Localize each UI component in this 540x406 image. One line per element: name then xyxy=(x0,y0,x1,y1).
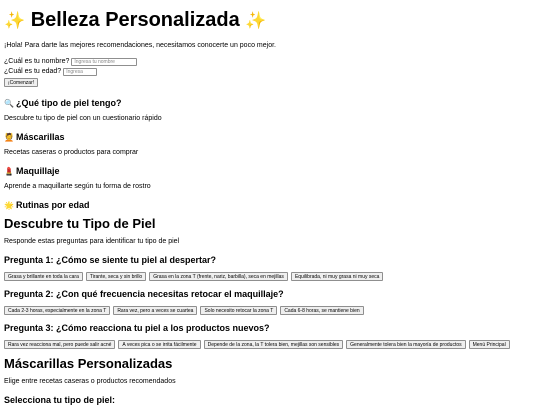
answer-option-button[interactable]: Generalmente tolera bien la mayoría de p… xyxy=(346,340,466,349)
menu-item-desc: Recetas caseras o productos para comprar xyxy=(4,149,139,156)
skin-type-label: Selecciona tu tipo de piel: xyxy=(4,395,116,405)
age-input[interactable] xyxy=(63,67,98,76)
question-options: Rara vez reacciona mal, pero puede salir… xyxy=(4,340,534,349)
menu-item-masks[interactable]: 💆 Máscarillas xyxy=(4,131,536,144)
start-button[interactable]: ¡Comenzar! xyxy=(4,78,39,87)
menu-item-routines[interactable]: 🌟 Rutinas por edad xyxy=(4,199,536,212)
name-label: ¿Cuál es tu nombre? xyxy=(4,58,70,65)
masks-subtitle: Elige entre recetas caseras o productos … xyxy=(4,378,176,385)
answer-option-button[interactable]: Grasa y brillante en toda la cara xyxy=(4,272,83,281)
page: ✨ Belleza Personalizada ✨ ¡Hola! Para da… xyxy=(0,0,540,406)
menu-item-makeup[interactable]: 💄 Maquillaje xyxy=(4,165,536,178)
answer-option-button[interactable]: Depende de la zona, la T tolera bien, me… xyxy=(203,340,344,349)
menu-item-title: Máscarillas xyxy=(15,132,65,142)
menu-item-title: ¿Qué tipo de piel tengo? xyxy=(15,98,122,108)
name-row: ¿Cuál es tu nombre? xyxy=(4,57,536,66)
page-title: ✨ Belleza Personalizada ✨ xyxy=(4,8,536,33)
answer-option-button[interactable]: Cada 2-3 horas, especialmente en la zona… xyxy=(4,306,111,315)
intro-text: ¡Hola! Para darte las mejores recomendac… xyxy=(4,42,276,49)
menu-item-title: Rutinas por edad xyxy=(15,200,90,210)
answer-option-button[interactable]: Solo necesito retocar la zona T xyxy=(200,306,278,315)
age-label: ¿Cuál es tu edad? xyxy=(4,68,62,75)
sparkle-icon: ✨ xyxy=(4,11,26,30)
question-title: Pregunta 3: ¿Cómo reacciona tu piel a lo… xyxy=(4,323,270,333)
name-input[interactable] xyxy=(71,57,138,66)
question-title: Pregunta 1: ¿Cómo se siente tu piel al d… xyxy=(4,255,217,265)
star-icon: 🌟 xyxy=(4,201,14,210)
answer-option-button[interactable]: Equilibrada, ni muy grasa ni muy seca xyxy=(290,272,384,281)
facial-massage-icon: 💆 xyxy=(4,133,14,142)
magnifier-icon: 🔍 xyxy=(4,99,14,108)
answer-option-button[interactable]: Rara vez reacciona mal, pero puede salir… xyxy=(4,340,116,349)
sparkle-icon: ✨ xyxy=(245,11,267,30)
age-row: ¿Cuál es tu edad? xyxy=(4,67,536,76)
quiz-subtitle: Responde estas preguntas para identifica… xyxy=(4,238,180,245)
masks-title: Máscarillas Personalizadas xyxy=(4,356,173,371)
menu-item-title: Maquillaje xyxy=(15,166,60,176)
question-title: Pregunta 2: ¿Con qué frecuencia necesita… xyxy=(4,289,284,299)
lipstick-icon: 💄 xyxy=(4,167,14,176)
quiz-title: Descubre tu Tipo de Piel xyxy=(4,216,156,231)
page-title-text: Belleza Personalizada xyxy=(30,9,240,31)
answer-option-button[interactable]: Tirante, seca y sin brillo xyxy=(85,272,147,281)
answer-option-button[interactable]: Cada 6-8 horas, se mantiene bien xyxy=(280,306,364,315)
answer-option-button[interactable]: Grasa en la zona T (frente, nariz, barbi… xyxy=(149,272,288,281)
answer-option-button[interactable]: A veces pica o se irrita fácilmente xyxy=(118,340,201,349)
menu-item-desc: Aprende a maquillarte según tu forma de … xyxy=(4,183,151,190)
main-menu-button[interactable]: Menú Principal xyxy=(468,340,510,349)
menu-item-desc: Descubre tu tipo de piel con un cuestion… xyxy=(4,115,162,122)
question-options: Grasa y brillante en toda la cara Tirant… xyxy=(4,272,534,281)
question-options: Cada 2-3 horas, especialmente en la zona… xyxy=(4,306,534,315)
answer-option-button[interactable]: Rara vez, pero a veces se cuartea xyxy=(113,306,198,315)
menu-item-skin-type[interactable]: 🔍 ¿Qué tipo de piel tengo? xyxy=(4,97,536,110)
